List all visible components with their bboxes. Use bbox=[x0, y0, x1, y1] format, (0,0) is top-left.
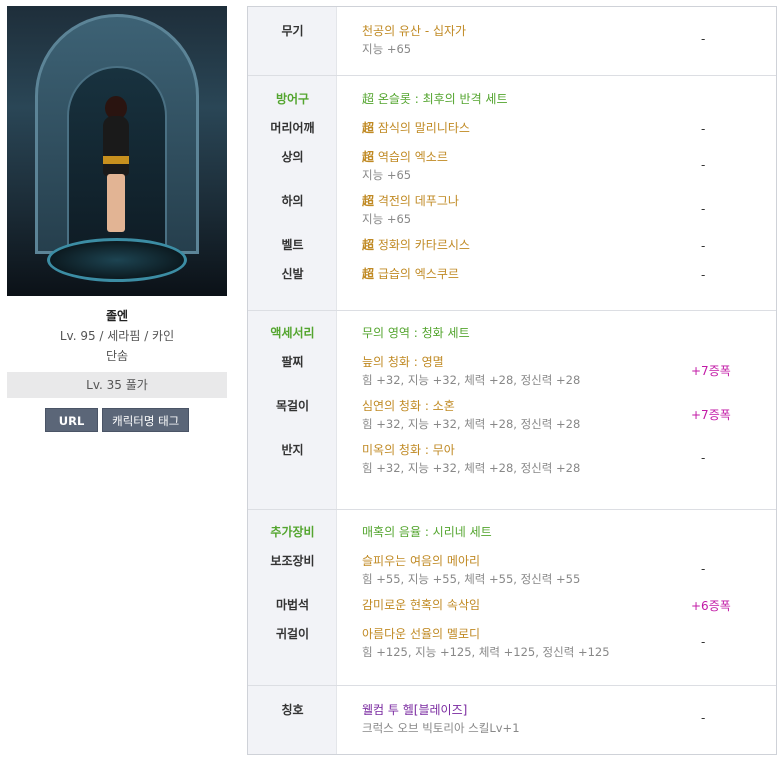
category-label: 방어구 bbox=[275, 92, 310, 106]
accessory-section: 액세서리 무의 영역 : 청화 세트 팔찌 늪의 청화 : 영멸 힘 +32, … bbox=[248, 311, 776, 510]
slot-label: 하의 bbox=[281, 194, 304, 208]
item-stat: 힘 +32, 지능 +32, 체력 +28, 정신력 +28 bbox=[362, 373, 581, 387]
equipment-row[interactable]: 마법석 감미로운 현혹의 속삭임 +6증폭 bbox=[276, 591, 776, 620]
equipment-table: 무기 천공의 유산 - 십자가 지능 +65 - 방어구 超 온슬롯 : 최후의… bbox=[247, 6, 777, 755]
equipment-row[interactable]: 상의 超 역습의 엑소르 지능 +65 - bbox=[281, 143, 776, 187]
set-name: 매혹의 음율 : 시리네 세트 bbox=[362, 525, 492, 539]
equipment-row[interactable]: 무기 천공의 유산 - 십자가 지능 +65 - bbox=[281, 17, 776, 61]
character-tag-button[interactable]: 캐릭터명 태그 bbox=[102, 408, 190, 432]
item-grade: - bbox=[701, 562, 706, 576]
slot-label: 팔찌 bbox=[281, 355, 304, 369]
title-section: 칭호 웰컴 투 헬[블레이즈] 크럭스 오브 빅토리아 스킬Lv+1 - bbox=[248, 686, 776, 754]
slot-label: 신발 bbox=[281, 267, 304, 281]
item-name[interactable]: 超 급습의 엑스쿠르 bbox=[362, 260, 691, 289]
set-name: 超 온슬롯 : 최후의 반격 세트 bbox=[362, 92, 508, 106]
item-stat: 힘 +55, 지능 +55, 체력 +55, 정신력 +55 bbox=[362, 572, 581, 586]
item-grade: - bbox=[701, 267, 706, 282]
fame-badge: Lv. 35 풀가 bbox=[7, 372, 227, 398]
slot-label: 벨트 bbox=[281, 238, 304, 252]
character-guild: 단솜 bbox=[105, 349, 129, 363]
equipment-row[interactable]: 팔찌 늪의 청화 : 영멸 힘 +32, 지능 +32, 체력 +28, 정신력… bbox=[281, 348, 776, 392]
item-stat: 힘 +32, 지능 +32, 체력 +28, 정신력 +28 bbox=[362, 417, 581, 431]
slot-label: 칭호 bbox=[281, 703, 304, 717]
set-row: 추가장비 매혹의 음율 : 시리네 세트 bbox=[270, 518, 776, 547]
item-grade: - bbox=[701, 711, 706, 725]
slot-label: 상의 bbox=[281, 150, 304, 164]
equipment-row[interactable]: 반지 미옥의 청화 : 무아 힘 +32, 지능 +32, 체력 +28, 정신… bbox=[281, 436, 776, 480]
item-name[interactable]: 超 정화의 카타르시스 bbox=[362, 231, 691, 260]
slot-label: 마법석 bbox=[275, 598, 310, 612]
equipment-row[interactable]: 벨트 超 정화의 카타르시스 - bbox=[281, 231, 776, 260]
armor-section: 방어구 超 온슬롯 : 최후의 반격 세트 머리어깨 超 잠식의 말리니타스 -… bbox=[248, 76, 776, 311]
equipment-row[interactable]: 신발 超 급습의 엑스쿠르 - bbox=[281, 260, 776, 289]
equipment-row[interactable]: 목걸이 심연의 청화 : 소혼 힘 +32, 지능 +32, 체력 +28, 정… bbox=[276, 392, 776, 436]
item-grade: - bbox=[701, 451, 706, 465]
set-row: 액세서리 무의 영역 : 청화 세트 bbox=[270, 319, 776, 348]
equipment-row[interactable]: 귀걸이 아름다운 선율의 멜로디 힘 +125, 지능 +125, 체력 +12… bbox=[276, 620, 776, 664]
equipment-row[interactable]: 보조장비 슬피우는 여음의 메아리 힘 +55, 지능 +55, 체력 +55,… bbox=[270, 547, 776, 591]
set-name: 무의 영역 : 청화 세트 bbox=[362, 326, 470, 340]
item-grade: - bbox=[701, 121, 706, 136]
item-stat: 힘 +125, 지능 +125, 체력 +125, 정신력 +125 bbox=[362, 645, 610, 659]
item-grade: - bbox=[701, 635, 706, 649]
item-name[interactable]: 超 잠식의 말리니타스 bbox=[362, 114, 691, 143]
item-grade: +7증폭 bbox=[691, 407, 731, 422]
item-name[interactable]: 감미로운 현혹의 속삭임 bbox=[362, 591, 701, 620]
item-grade: - bbox=[701, 32, 706, 46]
set-row: 방어구 超 온슬롯 : 최후의 반격 세트 bbox=[276, 85, 776, 114]
equipment-row[interactable]: 하의 超 격전의 데푸그나 지능 +65 - bbox=[281, 187, 776, 231]
category-label: 액세서리 bbox=[270, 326, 315, 340]
item-grade: - bbox=[701, 202, 706, 216]
character-panel: 졸엔 Lv. 95 / 세라핌 / 카인 단솜 Lv. 35 풀가 URL 캐릭… bbox=[7, 6, 227, 432]
item-stat: 크럭스 오브 빅토리아 스킬Lv+1 bbox=[362, 721, 520, 735]
item-grade: - bbox=[701, 238, 706, 253]
slot-label: 보조장비 bbox=[270, 554, 315, 568]
slot-label: 반지 bbox=[281, 443, 304, 457]
category-label: 추가장비 bbox=[270, 525, 315, 539]
character-portrait bbox=[7, 6, 227, 296]
character-meta: Lv. 95 / 세라핌 / 카인 bbox=[59, 329, 175, 343]
equipment-row[interactable]: 칭호 웰컴 투 헬[블레이즈] 크럭스 오브 빅토리아 스킬Lv+1 - bbox=[281, 696, 776, 740]
item-grade: - bbox=[701, 158, 706, 172]
url-button[interactable]: URL bbox=[44, 408, 99, 432]
item-grade: +7증폭 bbox=[691, 363, 731, 378]
extra-section: 추가장비 매혹의 음율 : 시리네 세트 보조장비 슬피우는 여음의 메아리 힘… bbox=[248, 510, 776, 686]
equipment-row[interactable]: 머리어깨 超 잠식의 말리니타스 - bbox=[270, 114, 776, 143]
weapon-section: 무기 천공의 유산 - 십자가 지능 +65 - bbox=[248, 7, 776, 76]
character-name: 졸엔 bbox=[105, 309, 129, 323]
item-grade: +6증폭 bbox=[691, 599, 731, 613]
slot-label: 목걸이 bbox=[275, 399, 310, 413]
slot-label: 귀걸이 bbox=[275, 627, 310, 641]
slot-label: 무기 bbox=[281, 24, 304, 38]
item-stat: 힘 +32, 지능 +32, 체력 +28, 정신력 +28 bbox=[362, 461, 581, 475]
button-row: URL 캐릭터명 태그 bbox=[7, 408, 227, 432]
slot-label: 머리어깨 bbox=[270, 121, 315, 135]
